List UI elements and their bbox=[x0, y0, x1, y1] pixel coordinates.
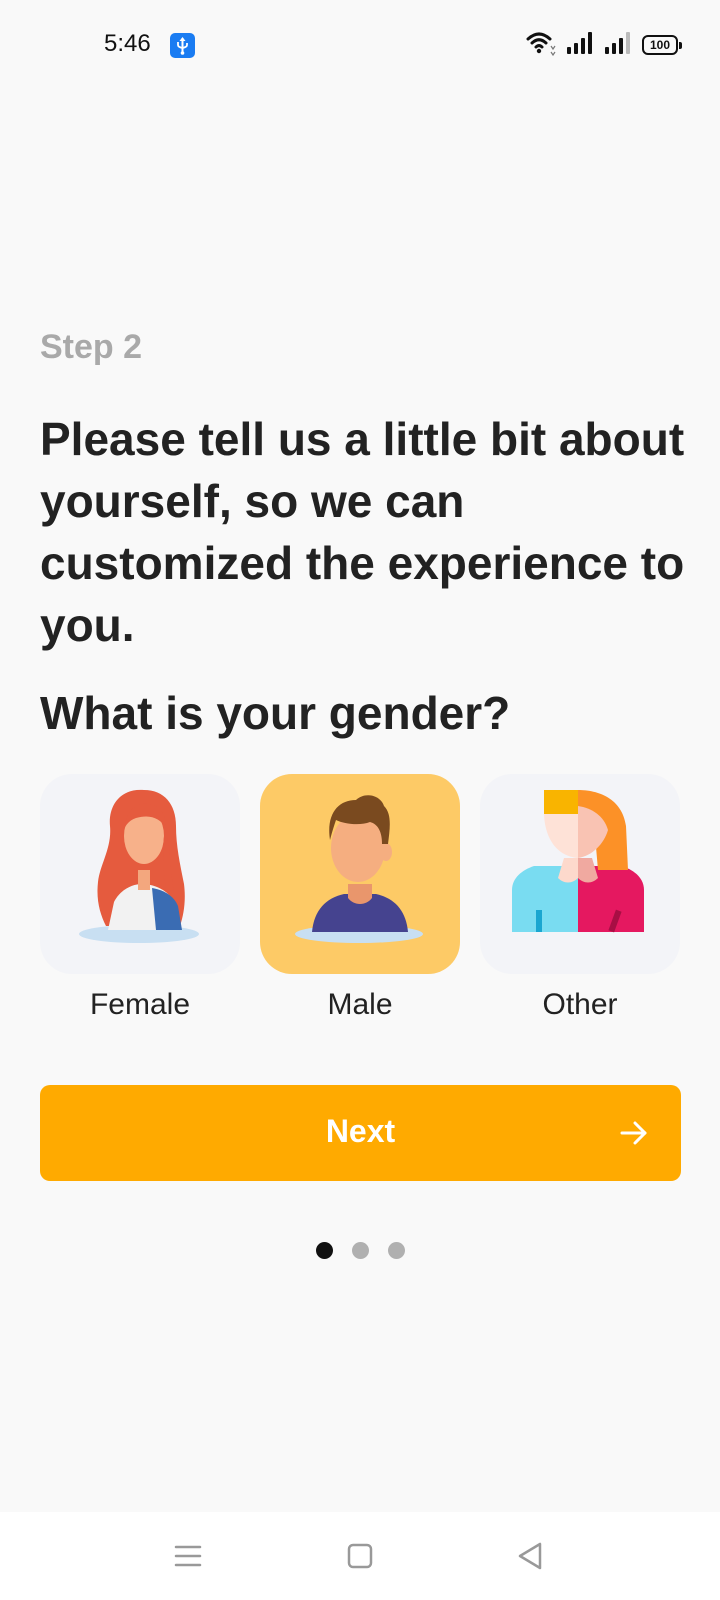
next-button[interactable]: Next bbox=[40, 1085, 681, 1181]
signal-icon bbox=[604, 31, 632, 60]
battery-level: 100 bbox=[649, 38, 671, 52]
gender-option-male[interactable]: Male bbox=[260, 774, 460, 1034]
wifi-icon bbox=[526, 30, 556, 61]
other-avatar-icon bbox=[512, 790, 644, 933]
arrow-right-icon bbox=[619, 1119, 649, 1147]
usb-debug-icon bbox=[170, 33, 195, 58]
screen: 5:46 100 Step 2 Please tell us a little … bbox=[0, 0, 720, 1600]
back-icon[interactable] bbox=[506, 1532, 554, 1580]
home-icon[interactable] bbox=[336, 1532, 384, 1580]
step-label: Step 2 bbox=[40, 328, 143, 366]
gender-options: Female Male Other bbox=[40, 774, 681, 1034]
page-dot bbox=[352, 1242, 369, 1259]
page-dot bbox=[388, 1242, 405, 1259]
option-card bbox=[480, 774, 680, 974]
menu-icon[interactable] bbox=[164, 1532, 212, 1580]
status-time: 5:46 bbox=[104, 30, 151, 57]
headline: Please tell us a little bit about yourse… bbox=[40, 413, 685, 651]
option-label: Other bbox=[542, 988, 618, 1021]
option-card bbox=[260, 774, 460, 974]
female-avatar-icon bbox=[79, 789, 199, 943]
gender-option-other[interactable]: Other bbox=[480, 774, 680, 1034]
option-label: Female bbox=[89, 988, 191, 1021]
next-button-label: Next bbox=[325, 1113, 396, 1149]
page-indicator bbox=[316, 1242, 406, 1262]
status-icons: 100 bbox=[526, 30, 682, 61]
option-card bbox=[40, 774, 240, 974]
signal-icon bbox=[566, 31, 594, 60]
male-avatar-icon bbox=[295, 795, 423, 943]
gender-option-female[interactable]: Female bbox=[40, 774, 240, 1034]
system-nav-bar bbox=[0, 1512, 720, 1600]
gender-question: What is your gender? bbox=[40, 687, 511, 739]
battery-icon: 100 bbox=[642, 35, 682, 55]
page-dot-active bbox=[316, 1242, 333, 1259]
status-bar: 5:46 100 bbox=[0, 0, 720, 90]
option-label: Male bbox=[327, 988, 393, 1021]
